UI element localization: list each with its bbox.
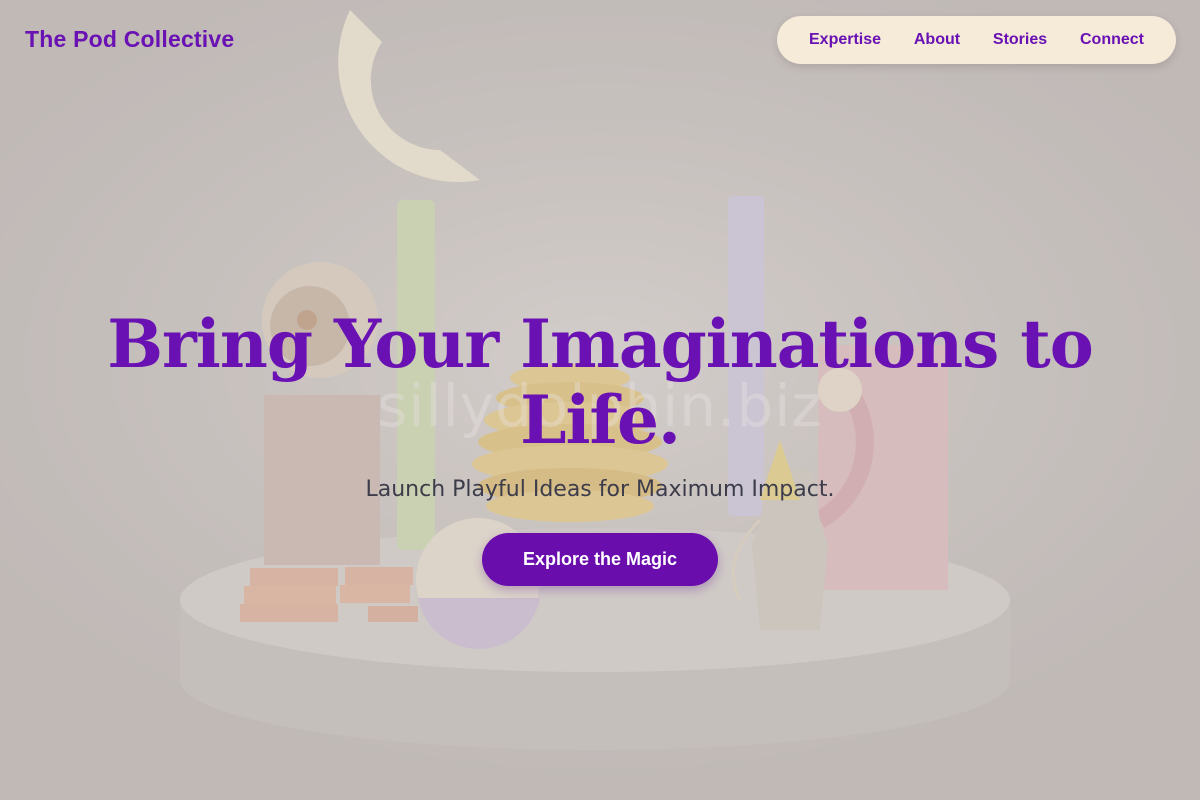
nav-link-stories[interactable]: Stories	[993, 31, 1047, 49]
explore-button[interactable]: Explore the Magic	[482, 533, 718, 586]
hero-headline: Bring Your Imaginations to Life.	[107, 305, 1094, 459]
nav-link-expertise[interactable]: Expertise	[809, 31, 881, 49]
brand-logo[interactable]: The Pod Collective	[25, 26, 234, 53]
main-navigation: Expertise About Stories Connect	[777, 16, 1176, 64]
hero-subheadline: Launch Playful Ideas for Maximum Impact.	[365, 477, 835, 502]
nav-link-about[interactable]: About	[914, 31, 960, 49]
nav-link-connect[interactable]: Connect	[1080, 31, 1144, 49]
